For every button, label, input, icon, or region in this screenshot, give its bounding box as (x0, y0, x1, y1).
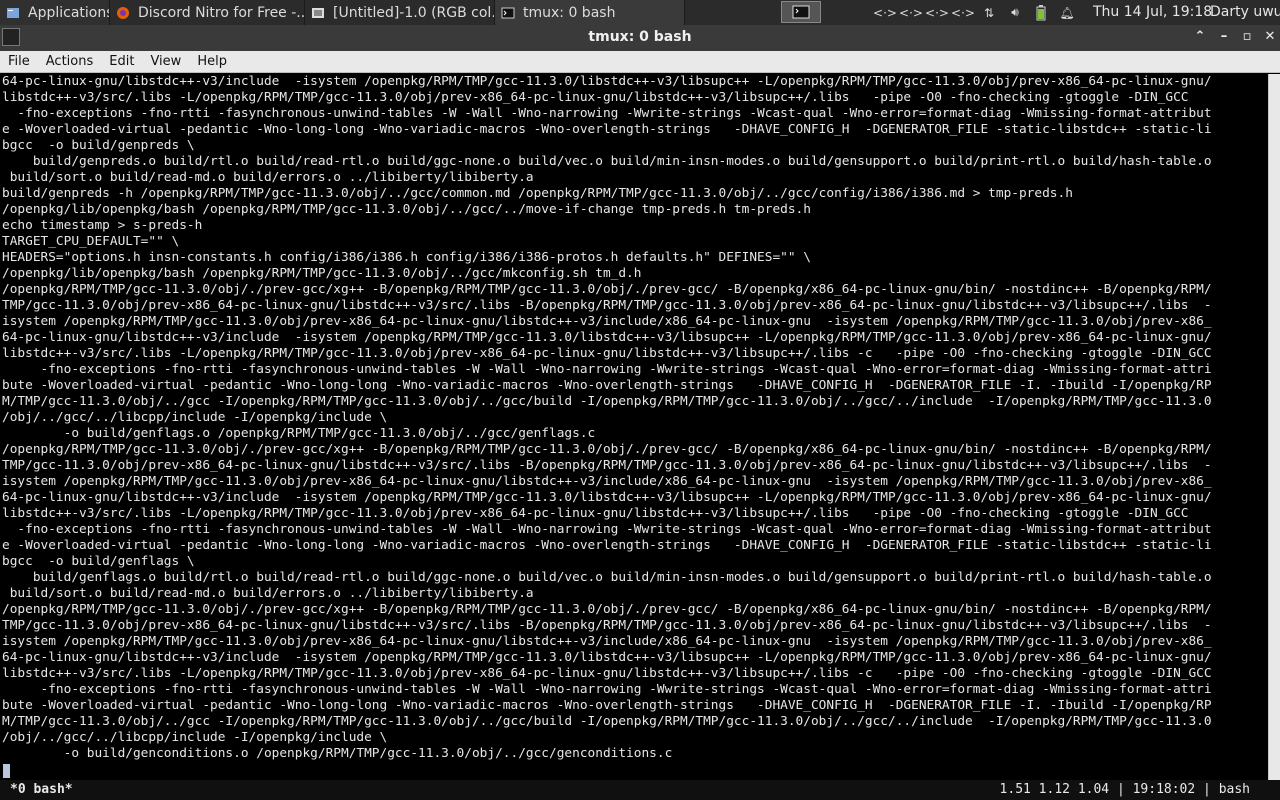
terminal-line: TARGET_CPU_DEFAULT="" \ (2, 234, 180, 249)
menu-help[interactable]: Help (189, 54, 235, 69)
terminal-line: /obj/../gcc/../libcpp/include -I/openpkg… (2, 730, 388, 745)
taskbar-item-discord[interactable]: Discord Nitro for Free -... (110, 0, 305, 25)
tmux-window-list[interactable]: *0 bash* (10, 782, 73, 797)
terminal-lines: 64-pc-linux-gnu/libstdc++-v3/include -is… (0, 74, 1268, 762)
terminal-line: 64-pc-linux-gnu/libstdc++-v3/include -is… (2, 74, 1212, 89)
menu-actions[interactable]: Actions (38, 54, 102, 69)
applications-menu-button[interactable]: Applications (0, 0, 110, 25)
battery-icon[interactable] (1031, 4, 1051, 21)
firefox-icon (117, 6, 129, 19)
volume-icon[interactable]: 🔊︎ (1005, 5, 1025, 21)
terminal-line: build/genflags.o build/rtl.o build/read-… (2, 570, 1212, 585)
terminal-icon (501, 7, 515, 18)
terminal-line: /obj/../gcc/../libcpp/include -I/openpkg… (2, 410, 388, 425)
menu-edit[interactable]: Edit (101, 54, 142, 69)
taskbar-label: Discord Nitro for Free -... (138, 4, 305, 21)
terminal-line: -fno-exceptions -fno-rtti -fasynchronous… (2, 522, 1212, 537)
top-panel: Applications Discord Nitro for Free -...… (0, 0, 1280, 25)
terminal-line: TMP/gcc-11.3.0/obj/prev-x86_64-pc-linux-… (2, 458, 1212, 473)
app-menu-icon (7, 7, 19, 18)
terminal-line: -fno-exceptions -fno-rtti -fasynchronous… (2, 362, 1212, 377)
menu-view[interactable]: View (142, 54, 189, 69)
network-icon[interactable]: <·> (925, 5, 949, 21)
bell-icon[interactable]: 🔔︎ (1057, 5, 1077, 21)
close-button[interactable]: ✕ (1262, 29, 1278, 45)
user-name[interactable]: Darty uwu (1210, 4, 1280, 20)
tmux-status-right: 1.51 1.12 1.04 | 19:18:02 | bash (999, 782, 1250, 797)
terminal-output[interactable]: 64-pc-linux-gnu/libstdc++-v3/include -is… (0, 74, 1268, 780)
terminal-line: -fno-exceptions -fno-rtti -fasynchronous… (2, 682, 1212, 697)
applications-label: Applications (28, 4, 110, 21)
terminal-line: TMP/gcc-11.3.0/obj/prev-x86_64-pc-linux-… (2, 618, 1212, 633)
network-transfer-icon[interactable]: ⇅ (979, 5, 999, 21)
terminal-line: build/sort.o build/read-md.o build/error… (2, 586, 534, 601)
terminal-line: libstdc++-v3/src/.libs -L/openpkg/RPM/TM… (2, 506, 1189, 521)
terminal-line: isystem /openpkg/RPM/TMP/gcc-11.3.0/obj/… (2, 314, 1212, 329)
terminal-line: bgcc -o build/genflags \ (2, 554, 195, 569)
network-icon[interactable]: <·> (899, 5, 923, 21)
terminal-line: M/TMP/gcc-11.3.0/obj/../gcc -I/openpkg/R… (2, 394, 1212, 409)
terminal-line: /openpkg/RPM/TMP/gcc-11.3.0/obj/./prev-g… (2, 282, 1212, 297)
terminal-line: M/TMP/gcc-11.3.0/obj/../gcc -I/openpkg/R… (2, 714, 1212, 729)
terminal-icon (792, 5, 810, 19)
terminal-line: bute -Woverloaded-virtual -pedantic -Wno… (2, 378, 1212, 393)
terminal-line: echo timestamp > s-preds-h (2, 218, 203, 233)
terminal-cursor (3, 764, 10, 778)
terminal-line: isystem /openpkg/RPM/TMP/gcc-11.3.0/obj/… (2, 474, 1212, 489)
terminal-line: /openpkg/RPM/TMP/gcc-11.3.0/obj/./prev-g… (2, 442, 1212, 457)
terminal-line: e -Woverloaded-virtual -pedantic -Wno-lo… (2, 122, 1212, 137)
maximize-button[interactable]: ▫ (1239, 29, 1255, 45)
terminal-line: 64-pc-linux-gnu/libstdc++-v3/include -is… (2, 490, 1212, 505)
taskbar-item-tmux[interactable]: tmux: 0 bash (495, 0, 685, 25)
terminal-line: build/sort.o build/read-md.o build/error… (2, 170, 534, 185)
terminal-line: /openpkg/lib/openpkg/bash /openpkg/RPM/T… (2, 266, 642, 281)
window-title: tmux: 0 bash (588, 29, 692, 45)
taskbar-label: [Untitled]-1.0 (RGB col... (333, 4, 495, 21)
terminal-line: libstdc++-v3/src/.libs -L/openpkg/RPM/TM… (2, 346, 1212, 361)
terminal-line: -fno-exceptions -fno-rtti -fasynchronous… (2, 106, 1212, 121)
scrollbar[interactable] (1268, 74, 1280, 780)
minimize-button[interactable]: – (1216, 29, 1232, 45)
terminal-line: /openpkg/RPM/TMP/gcc-11.3.0/obj/./prev-g… (2, 602, 1212, 617)
chevron-up-icon[interactable]: ⌃ (1192, 29, 1208, 45)
menu-file[interactable]: File (0, 54, 38, 69)
terminal-line: 64-pc-linux-gnu/libstdc++-v3/include -is… (2, 650, 1212, 665)
terminal-line: bute -Woverloaded-virtual -pedantic -Wno… (2, 698, 1212, 713)
taskbar-label: tmux: 0 bash (523, 4, 616, 21)
gimp-icon (312, 7, 324, 18)
terminal-line: 64-pc-linux-gnu/libstdc++-v3/include -is… (2, 330, 1212, 345)
system-tray: <·> <·> <·> <·> ⇅ 🔊︎ 🔔︎ (873, 0, 1077, 25)
terminal-line: isystem /openpkg/RPM/TMP/gcc-11.3.0/obj/… (2, 634, 1212, 649)
terminal-line: -o build/genconditions.o /openpkg/RPM/TM… (2, 746, 673, 761)
terminal-line: e -Woverloaded-virtual -pedantic -Wno-lo… (2, 538, 1212, 553)
network-icon[interactable]: <·> (951, 5, 975, 21)
terminal-line: libstdc++-v3/src/.libs -L/openpkg/RPM/TM… (2, 666, 1212, 681)
window-titlebar[interactable]: tmux: 0 bash ⌃ – ▫ ✕ (0, 25, 1280, 51)
clock[interactable]: Thu 14 Jul, 19:18 (1093, 4, 1212, 20)
network-icon[interactable]: <·> (873, 5, 897, 21)
terminal-line: bgcc -o build/genpreds \ (2, 138, 195, 153)
terminal-line: libstdc++-v3/src/.libs -L/openpkg/RPM/TM… (2, 90, 1189, 105)
terminal-line: build/genpreds.o build/rtl.o build/read-… (2, 154, 1212, 169)
terminal-line: -o build/genflags.o /openpkg/RPM/TMP/gcc… (2, 426, 596, 441)
terminal-line: /openpkg/lib/openpkg/bash /openpkg/RPM/T… (2, 202, 811, 217)
terminal-line: HEADERS="options.h insn-constants.h conf… (2, 250, 811, 265)
tmux-status-bar: *0 bash* 1.51 1.12 1.04 | 19:18:02 | bas… (0, 780, 1280, 800)
terminal-line: TMP/gcc-11.3.0/obj/prev-x86_64-pc-linux-… (2, 298, 1212, 313)
menubar: File Actions Edit View Help (0, 51, 1280, 73)
taskbar-item-gimp[interactable]: [Untitled]-1.0 (RGB col... (305, 0, 495, 25)
terminal-line: build/genpreds -h /openpkg/RPM/TMP/gcc-1… (2, 186, 1073, 201)
workspace-switcher[interactable] (781, 1, 821, 23)
